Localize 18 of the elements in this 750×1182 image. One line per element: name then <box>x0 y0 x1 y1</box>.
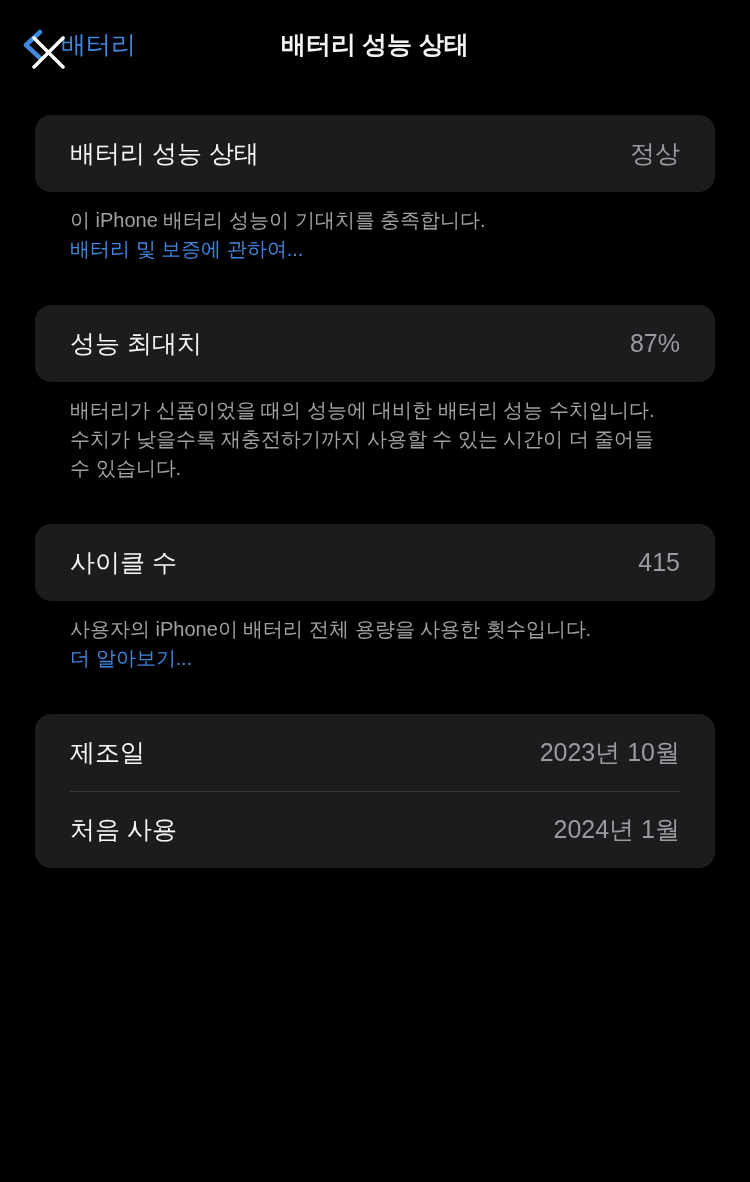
row-label: 사이클 수 <box>70 546 177 578</box>
row-label: 배터리 성능 상태 <box>70 137 259 169</box>
row-label: 성능 최대치 <box>70 327 202 359</box>
footer-link[interactable]: 배터리 및 보증에 관하여... <box>70 238 304 260</box>
screen-title: 배터리 성능 상태 <box>280 29 470 61</box>
row-value: 2024년 1월 <box>553 814 680 846</box>
footer-link[interactable]: 더 알아보기... <box>70 647 193 669</box>
footer-note: 이 iPhone 배터리 성능이 기대치를 충족합니다. 배터리 및 보증에 관하여... <box>69 208 487 262</box>
row-value: 87% <box>629 327 680 359</box>
back-button[interactable]: 배터리 <box>22 26 136 64</box>
chevron-left-icon <box>22 29 43 61</box>
row-label: 제조일 <box>70 736 145 768</box>
footer-note: 사용자의 iPhone이 배터리 전체 용량을 사용한 횟수입니다. 더 알아보기... <box>69 617 593 671</box>
row-value: 2023년 10월 <box>539 736 680 768</box>
row-label: 처음 사용 <box>70 814 177 846</box>
row-value: 415 <box>638 546 680 578</box>
row-value: 정상 <box>630 137 680 169</box>
footer-note: 배터리가 신품이었을 때의 성능에 대비한 배터리 성능 수치입니다. 수치가 낮을수록 재충전하기까지 사용할 수 있는 시간이 더 줄어들 수 있습니다. <box>69 398 656 481</box>
